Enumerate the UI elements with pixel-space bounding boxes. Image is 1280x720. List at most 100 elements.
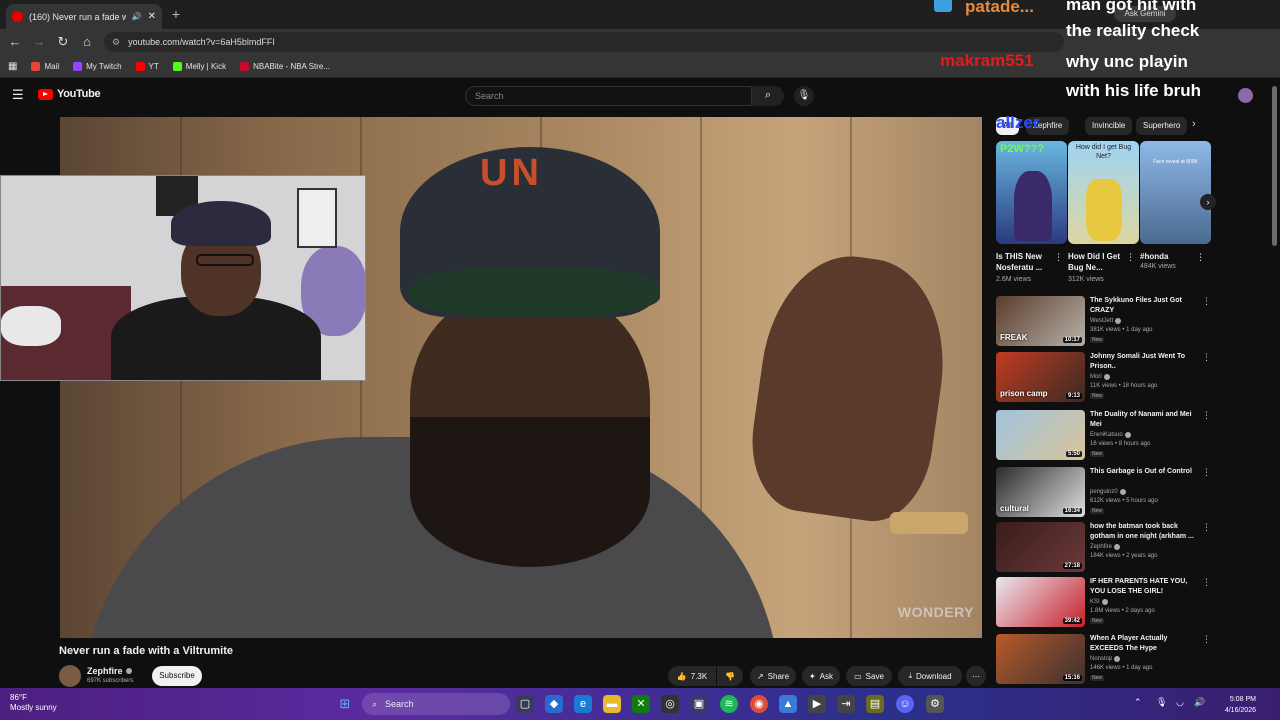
task-view-icon[interactable]: ▢	[516, 695, 534, 713]
video-menu-icon[interactable]: ⋮	[1202, 634, 1211, 645]
recommended-video[interactable]: 15:16 When A Player Actually EXCEEDS The …	[996, 634, 1216, 686]
video-title[interactable]: When A Player Actually EXCEEDS The Hype	[1090, 634, 1202, 654]
bookmark-yt[interactable]: YT	[135, 62, 159, 71]
youtube-logo[interactable]: YouTube	[38, 88, 101, 100]
video-channel[interactable]: WestJett	[1090, 318, 1122, 324]
copilot-icon[interactable]: ◆	[545, 695, 563, 713]
bookmark-mail[interactable]: Mail	[31, 62, 59, 71]
recommended-video[interactable]: 27:18 how the batman took back gotham in …	[996, 522, 1216, 574]
bookmark-twitch[interactable]: My Twitch	[73, 62, 122, 71]
edge-icon[interactable]: e	[574, 695, 592, 713]
close-tab-icon[interactable]: ✕	[148, 11, 156, 22]
video-thumbnail[interactable]: cultural 16:34	[996, 467, 1085, 517]
video-thumbnail[interactable]: prison camp 9:13	[996, 352, 1085, 402]
address-bar[interactable]: ⚙ youtube.com/watch?v=6aH5blmdFFI	[104, 32, 1064, 52]
short-menu-icon[interactable]: ⋮	[1054, 252, 1063, 263]
video-title[interactable]: Johnny Somali Just Went To Prison..	[1090, 352, 1202, 372]
ask-button[interactable]: ✦ Ask	[802, 666, 840, 686]
recommended-video[interactable]: prison camp 9:13 Johnny Somali Just Went T…	[996, 352, 1216, 404]
chip-superhero[interactable]: Superhero	[1136, 117, 1188, 135]
video-channel[interactable]: EreniKatsuo	[1090, 432, 1131, 438]
short-title-1[interactable]: Is THIS New Nosferatu ...	[996, 251, 1056, 273]
recommended-video[interactable]: FREAK 10:17 The Sykkuno Files Just Got CRA…	[996, 296, 1216, 348]
search-button[interactable]: ⌕	[752, 86, 784, 106]
video-channel[interactable]: penguinz0	[1090, 489, 1126, 495]
bookmark-kick[interactable]: Melly | Kick	[172, 62, 226, 71]
dislike-button[interactable]: 👎	[717, 666, 743, 686]
site-info-icon[interactable]: ⚙	[112, 37, 120, 48]
recommended-video[interactable]: 5:50 The Duality of Nanami and Mei Mei Ere…	[996, 410, 1216, 462]
video-menu-icon[interactable]: ⋮	[1202, 410, 1211, 421]
new-tab-button[interactable]: +	[168, 5, 184, 23]
voice-search-button[interactable]: 🎙	[794, 86, 814, 106]
mic-icon[interactable]: 🎙	[1156, 697, 1167, 708]
share-button[interactable]: ↗ Share	[750, 666, 796, 686]
chrome-icon[interactable]: ◉	[750, 695, 768, 713]
page-scrollbar[interactable]	[1272, 86, 1277, 246]
more-actions-button[interactable]: ⋯	[966, 666, 986, 686]
bookmark-nbabite[interactable]: NBABite - NBA Stre...	[240, 62, 330, 71]
video-menu-icon[interactable]: ⋮	[1202, 352, 1211, 363]
apps-icon[interactable]: ▦	[8, 61, 17, 72]
video-menu-icon[interactable]: ⋮	[1202, 296, 1211, 307]
video-thumbnail[interactable]: 39:42	[996, 577, 1085, 627]
forward-icon[interactable]: →	[30, 33, 48, 51]
start-icon[interactable]: ⊞	[336, 695, 354, 713]
video-title[interactable]: This Garbage is Out of Control	[1090, 467, 1202, 477]
menu-icon[interactable]: ☰	[12, 88, 26, 102]
video-thumbnail[interactable]: 5:50	[996, 410, 1085, 460]
short-title-3[interactable]: #honda	[1140, 251, 1200, 262]
short-thumbnail-3[interactable]: Face reveal at 800K	[1140, 141, 1211, 244]
video-menu-icon[interactable]: ⋮	[1202, 577, 1211, 588]
back-icon[interactable]: ←	[6, 33, 24, 51]
home-icon[interactable]: ⌂	[78, 33, 96, 51]
account-avatar[interactable]	[1238, 88, 1253, 103]
discord-icon[interactable]: ☺	[896, 695, 914, 713]
like-button[interactable]: 👍 7.3K	[668, 666, 716, 686]
store-icon[interactable]: ▣	[690, 695, 708, 713]
app-icon[interactable]: ▤	[866, 695, 884, 713]
short-thumbnail-2[interactable]: How did I get Bug Net?	[1068, 141, 1139, 244]
download-button[interactable]: ⤓ Download	[898, 666, 962, 686]
video-thumbnail[interactable]: 15:16	[996, 634, 1085, 684]
recommended-video[interactable]: 39:42 IF HER PARENTS HATE YOU, YOU LOSE T…	[996, 577, 1216, 629]
video-title[interactable]: IF HER PARENTS HATE YOU, YOU LOSE THE GI…	[1090, 577, 1202, 597]
short-thumbnail-1[interactable]: P2W???	[996, 141, 1067, 244]
video-channel[interactable]: Nonstop	[1090, 656, 1121, 662]
video-thumbnail[interactable]: 27:18	[996, 522, 1085, 572]
channel-name[interactable]: Zephfire	[87, 666, 132, 676]
save-button[interactable]: ▭ Save	[846, 666, 892, 686]
taskbar-search[interactable]: ⌕ Search	[362, 693, 510, 715]
subscribe-button[interactable]: Subscribe	[152, 666, 202, 686]
wifi-icon[interactable]: ◡	[1176, 697, 1184, 708]
channel-avatar[interactable]	[59, 665, 81, 687]
video-thumbnail[interactable]: FREAK 10:17	[996, 296, 1085, 346]
browser-tab[interactable]: (160) Never run a fade with 🔊 ✕	[6, 4, 162, 29]
app-icon[interactable]: ⇥	[837, 695, 855, 713]
volume-icon[interactable]: 🔊	[1194, 697, 1205, 708]
search-input[interactable]: Search	[465, 86, 752, 106]
settings-icon[interactable]: ⚙	[926, 695, 944, 713]
shorts-next-icon[interactable]: ›	[1200, 194, 1216, 210]
speaker-icon[interactable]: 🔊	[132, 12, 142, 21]
video-menu-icon[interactable]: ⋮	[1202, 522, 1211, 533]
reload-icon[interactable]: ↻	[54, 33, 72, 51]
chip-invincible[interactable]: Invincible	[1085, 117, 1133, 135]
app-icon[interactable]: ◎	[661, 695, 679, 713]
recommended-video[interactable]: cultural 16:34 This Garbage is Out of Cont…	[996, 467, 1216, 519]
weather-widget[interactable]: 86°F Mostly sunny	[10, 693, 57, 713]
video-title[interactable]: how the batman took back gotham in one n…	[1090, 522, 1202, 542]
taskbar-clock[interactable]: 5:08 PM 4/16/2026	[1216, 694, 1256, 716]
short-menu-icon[interactable]: ⋮	[1126, 252, 1135, 263]
chevron-right-icon[interactable]: ›	[1192, 118, 1196, 130]
xbox-icon[interactable]: ✕	[632, 695, 650, 713]
video-channel[interactable]: Mori	[1090, 374, 1110, 380]
video-title[interactable]: The Duality of Nanami and Mei Mei	[1090, 410, 1202, 430]
media-icon[interactable]: ▶	[808, 695, 826, 713]
short-title-2[interactable]: How Did I Get Bug Ne...	[1068, 251, 1128, 273]
video-menu-icon[interactable]: ⋮	[1202, 467, 1211, 478]
video-title[interactable]: The Sykkuno Files Just Got CRAZY	[1090, 296, 1202, 316]
video-channel[interactable]: KSI	[1090, 599, 1108, 605]
file-explorer-icon[interactable]: ▬	[603, 695, 621, 713]
photos-icon[interactable]: ▲	[779, 695, 797, 713]
